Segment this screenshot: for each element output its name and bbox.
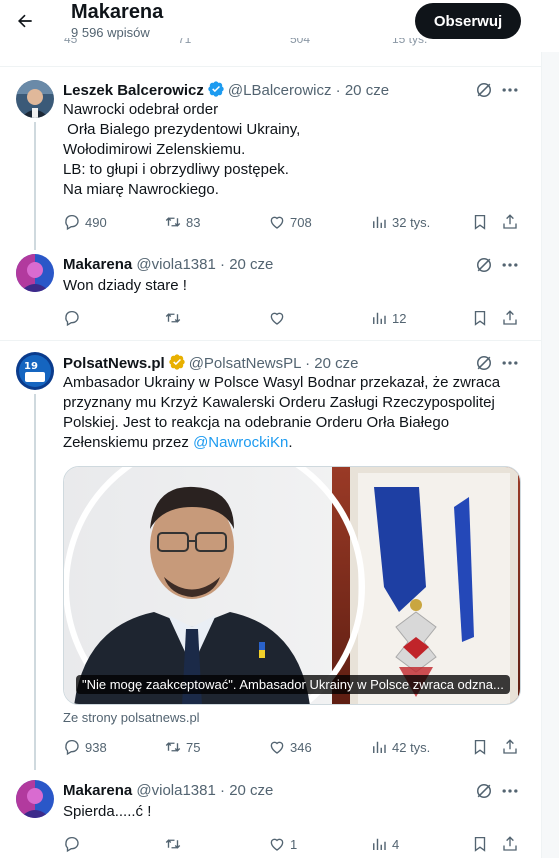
reply-button[interactable] [63, 834, 85, 854]
like-button[interactable]: 1 [268, 834, 297, 854]
card-title: "Nie mogę zaakceptować". Ambasador Ukrai… [76, 675, 510, 694]
tweet-time[interactable]: 20 cze [229, 782, 273, 799]
back-arrow-icon [18, 14, 32, 28]
bookmark-icon [474, 739, 486, 755]
share-icon [503, 836, 517, 851]
repost-button[interactable]: 75 [164, 737, 200, 757]
card-source[interactable]: Ze strony polsatnews.pl [63, 710, 200, 725]
tweet-time[interactable]: 20 cze [314, 355, 358, 372]
reply-icon [65, 739, 79, 756]
reply-icon [65, 836, 79, 853]
bookmark-button[interactable] [471, 737, 489, 757]
svg-text:19: 19 [24, 361, 38, 372]
back-button[interactable] [10, 6, 40, 36]
share-button[interactable] [501, 737, 519, 757]
avatar[interactable]: 19 [16, 352, 54, 390]
thread-line [34, 394, 36, 770]
repost-button[interactable] [164, 834, 186, 854]
like-icon [270, 741, 284, 754]
tweet[interactable]: Makarena @viola1381 · 20 cze Spierda....… [0, 770, 541, 858]
tweet-actions: 938 75 346 42 tys. [63, 737, 521, 757]
views-icon [373, 838, 386, 850]
follow-button[interactable]: Obserwuj [415, 3, 521, 39]
avatar[interactable] [16, 780, 54, 818]
link-card[interactable]: "Nie mogę zaakceptować". Ambasador Ukrai… [63, 466, 521, 705]
more-icon[interactable] [500, 353, 520, 373]
tweet-text: Spierda.....ć ! [63, 803, 152, 820]
mention-link[interactable]: @NawrockiKn [193, 434, 288, 451]
more-icon[interactable] [500, 781, 520, 801]
tweet-text: Ambasador Ukrainy w Polsce Wasyl Bodnar … [63, 374, 505, 451]
bookmark-button[interactable] [471, 834, 489, 854]
views-icon [373, 741, 386, 753]
author-name[interactable]: Makarena [63, 782, 132, 799]
profile-name: Makarena [71, 1, 164, 23]
tweet-actions: 1 4 [63, 834, 521, 854]
like-icon [270, 838, 284, 851]
views-button[interactable]: 42 tys. [370, 737, 430, 757]
share-button[interactable] [501, 834, 519, 854]
reply-button[interactable]: 938 [63, 737, 107, 757]
grok-icon[interactable] [474, 781, 494, 801]
grok-icon[interactable] [474, 353, 494, 373]
author-name[interactable]: PolsatNews.pl [63, 355, 165, 372]
repost-icon [165, 742, 181, 752]
card-image [64, 467, 520, 704]
repost-icon [165, 839, 181, 849]
like-button[interactable]: 346 [268, 737, 312, 757]
profile-header: Makarena 9 596 wpisów Obserwuj 45 71 504… [0, 0, 559, 52]
verified-icon [169, 354, 185, 370]
tweet[interactable]: 19 PolsatNews.pl @PolsatNewsPL · 20 cze A… [0, 0, 541, 770]
author-handle[interactable]: @PolsatNewsPL [189, 355, 301, 372]
scrollbar[interactable] [541, 0, 559, 858]
share-icon [503, 739, 517, 754]
bookmark-icon [474, 836, 486, 852]
views-button[interactable]: 4 [370, 834, 399, 854]
author-handle[interactable]: @viola1381 [136, 782, 215, 799]
partial-tweet-stats: 45 71 504 15 tys. [64, 38, 428, 46]
